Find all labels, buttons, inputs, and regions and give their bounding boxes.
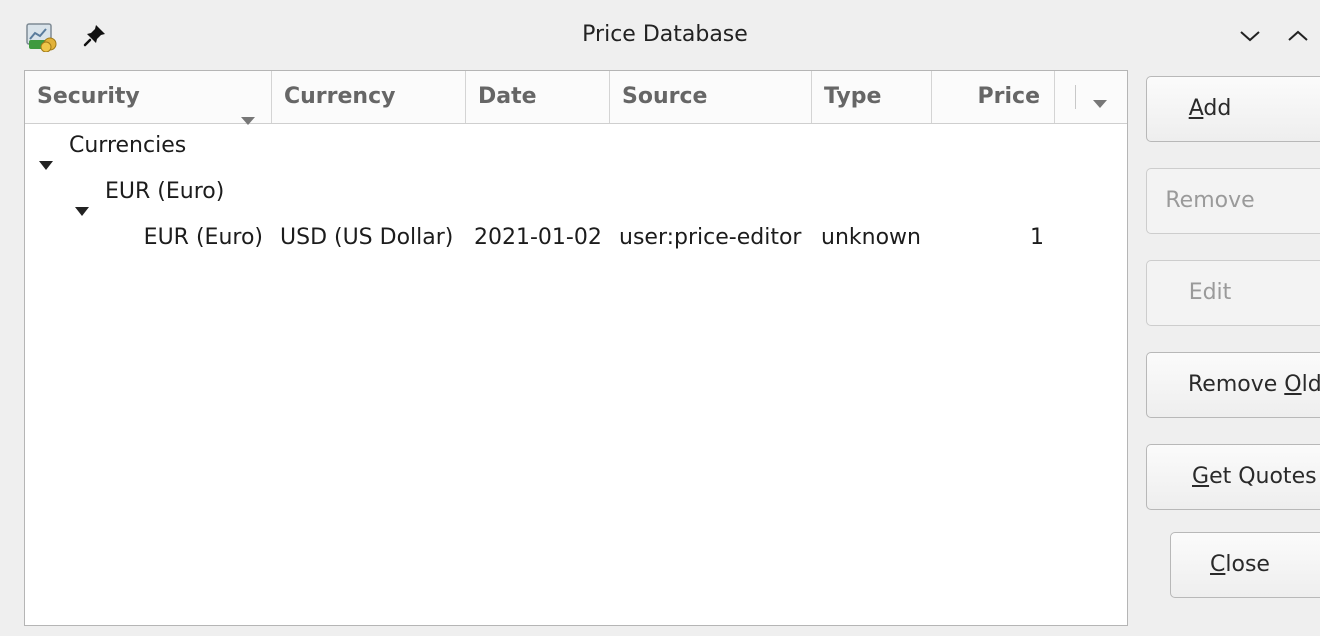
column-header-source[interactable]: Source bbox=[610, 71, 812, 123]
tree-group-currencies[interactable]: Currencies bbox=[25, 123, 1127, 170]
close-button[interactable]: Close bbox=[1170, 532, 1320, 598]
column-header-label: Date bbox=[478, 84, 537, 109]
remove-button[interactable]: Remove bbox=[1146, 168, 1320, 234]
column-header-date[interactable]: Date bbox=[466, 71, 610, 123]
tree-subgroup-eur[interactable]: EUR (Euro) bbox=[25, 169, 1127, 216]
mnemonic-letter: A bbox=[1188, 96, 1204, 121]
table-row[interactable]: EUR (Euro) USD (US Dollar) 2021-01-02 us… bbox=[25, 215, 1127, 261]
title-bar: Price Database bbox=[10, 10, 1320, 64]
chevron-down-icon[interactable] bbox=[1234, 20, 1266, 52]
price-tree-view[interactable]: Security Currency Date Source Type Price bbox=[24, 70, 1128, 626]
mnemonic-letter: C bbox=[1210, 552, 1226, 577]
remove-old-button[interactable]: Remove Old bbox=[1146, 352, 1320, 418]
cell-security: EUR (Euro) bbox=[143, 225, 263, 250]
column-header-security[interactable]: Security bbox=[25, 71, 272, 125]
chevron-down-icon bbox=[1093, 93, 1107, 112]
column-header-label: Security bbox=[37, 84, 140, 109]
add-button[interactable]: Add bbox=[1146, 76, 1320, 142]
separator bbox=[1075, 85, 1076, 109]
tree-group-label: Currencies bbox=[69, 133, 187, 158]
chevron-up-icon[interactable] bbox=[1282, 20, 1314, 52]
button-label: Remove bbox=[1165, 188, 1255, 213]
column-header-label: Source bbox=[622, 84, 708, 109]
column-header-row: Security Currency Date Source Type Price bbox=[25, 71, 1127, 125]
column-header-price[interactable]: Price bbox=[932, 71, 1055, 123]
cell-date: 2021-01-02 bbox=[474, 225, 602, 250]
mnemonic-letter: O bbox=[1284, 372, 1302, 397]
column-header-label: Price bbox=[977, 84, 1040, 109]
column-header-currency[interactable]: Currency bbox=[272, 71, 466, 123]
get-quotes-button[interactable]: Get Quotes bbox=[1146, 444, 1320, 510]
cell-currency: USD (US Dollar) bbox=[280, 225, 454, 250]
button-label: ld bbox=[1301, 372, 1320, 397]
button-label: Edit bbox=[1188, 280, 1232, 305]
button-label: Remove bbox=[1188, 372, 1285, 397]
button-label: dd bbox=[1203, 96, 1232, 121]
column-header-type[interactable]: Type bbox=[812, 71, 932, 123]
column-header-label: Currency bbox=[284, 84, 396, 109]
cell-source: user:price-editor bbox=[619, 225, 802, 250]
tree-subgroup-label: EUR (Euro) bbox=[105, 179, 225, 204]
window-title: Price Database bbox=[582, 22, 748, 47]
column-chooser-button[interactable] bbox=[1055, 71, 1107, 123]
button-label: lose bbox=[1225, 552, 1270, 577]
price-database-window: Price Database Security Currency Date So… bbox=[0, 0, 1320, 636]
column-header-label: Type bbox=[824, 84, 882, 109]
cell-type: unknown bbox=[821, 225, 921, 250]
mnemonic-letter: G bbox=[1192, 464, 1210, 489]
edit-button[interactable]: Edit bbox=[1146, 260, 1320, 326]
button-label: et Quotes bbox=[1209, 464, 1317, 489]
cell-price: 1 bbox=[1030, 225, 1044, 250]
